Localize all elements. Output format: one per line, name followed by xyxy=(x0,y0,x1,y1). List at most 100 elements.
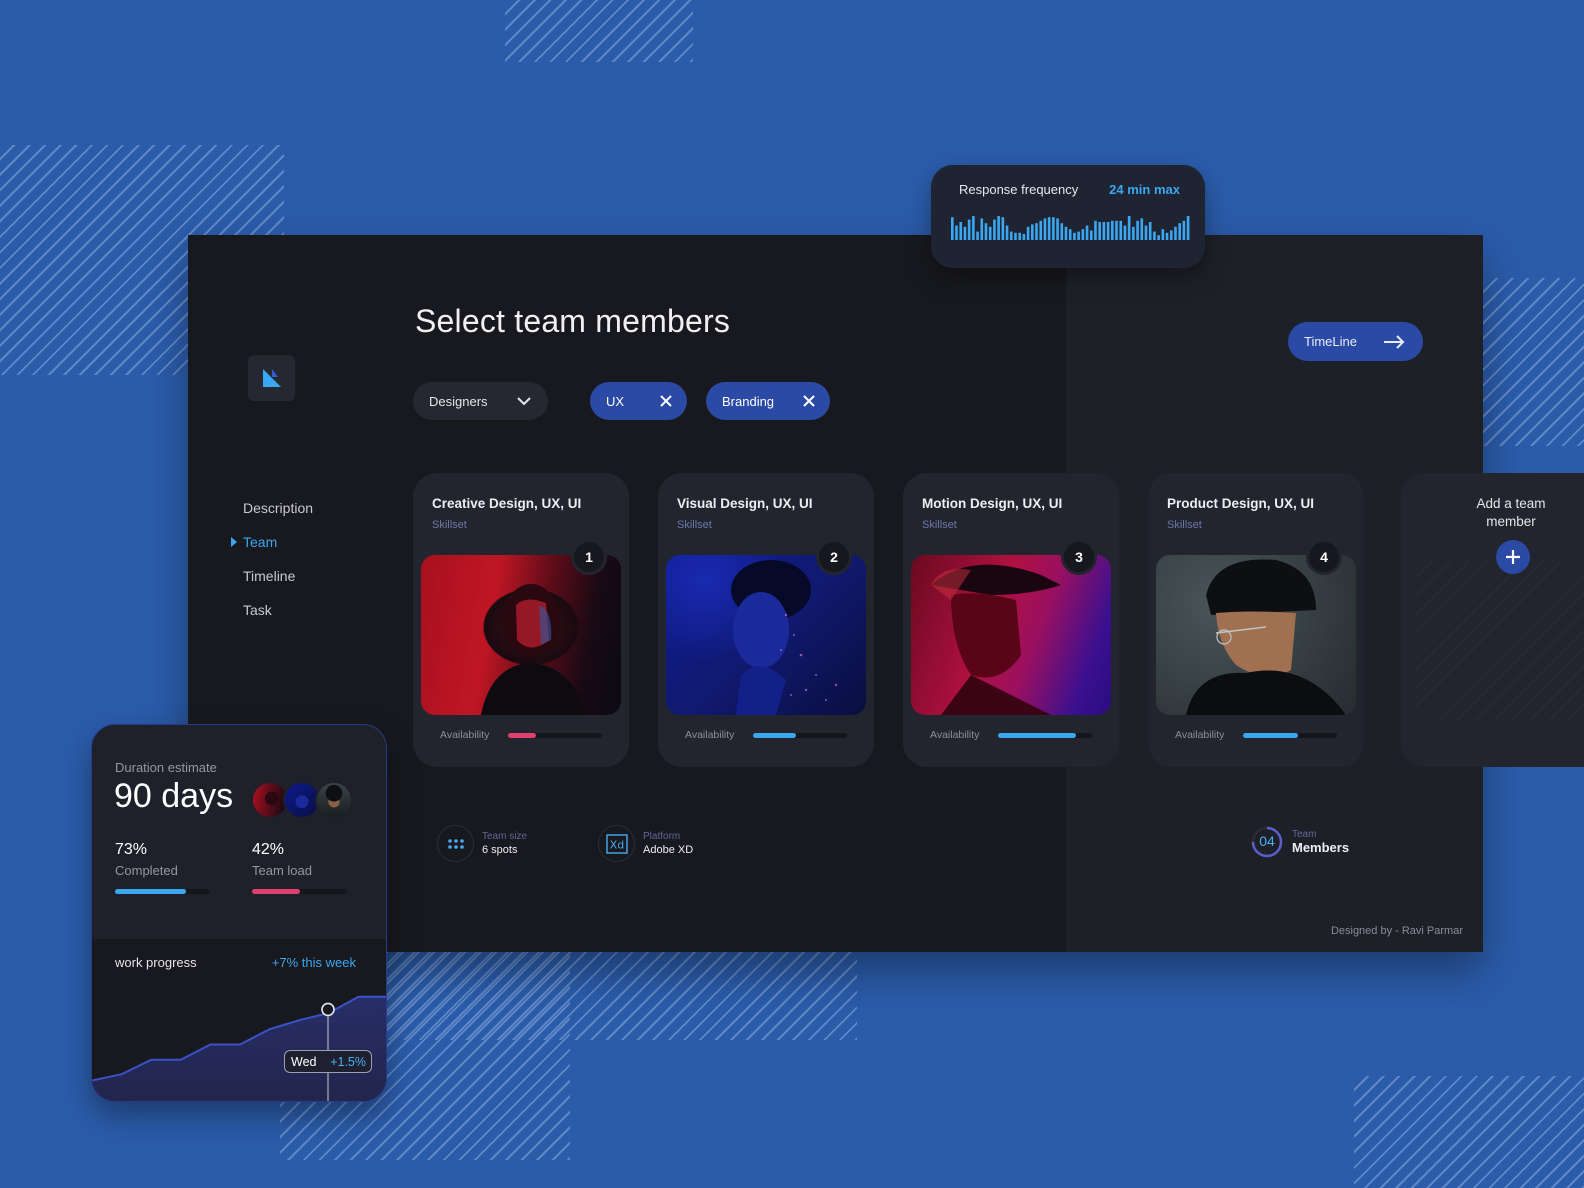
frequency-bar xyxy=(1043,218,1047,240)
add-member-button[interactable] xyxy=(1496,540,1530,574)
frequency-bar xyxy=(1186,216,1190,240)
members-info: 04 Team Members xyxy=(1250,825,1349,859)
frequency-bar xyxy=(963,226,967,240)
frequency-bar xyxy=(1111,220,1114,240)
card-subtitle: Skillset xyxy=(677,519,712,531)
sidebar-item-timeline[interactable]: Timeline xyxy=(231,566,313,600)
placeholder-stripes xyxy=(1415,561,1584,721)
availability-label: Availability xyxy=(440,729,490,741)
card-title: Creative Design, UX, UI xyxy=(432,496,582,511)
sidebar-item-task[interactable]: Task xyxy=(231,600,313,634)
availability-label: Availability xyxy=(1175,729,1225,741)
frequency-bar xyxy=(1115,220,1118,240)
completed-value: 73% xyxy=(115,841,148,858)
caret-right-icon xyxy=(231,537,237,547)
frequency-bar xyxy=(1047,217,1051,240)
availability-bar xyxy=(1243,733,1337,738)
timeline-button[interactable]: TimeLine xyxy=(1288,322,1423,361)
frequency-bar xyxy=(1148,222,1152,240)
availability-bar xyxy=(753,733,847,738)
frequency-bar xyxy=(1031,224,1034,240)
designers-dropdown[interactable]: Designers xyxy=(413,382,548,420)
member-card[interactable]: Creative Design, UX, UI Skillset 1 Avail… xyxy=(413,473,629,767)
filter-chip-branding[interactable]: Branding xyxy=(706,382,830,420)
member-card[interactable]: Visual Design, UX, UI Skillset 2 Availab… xyxy=(658,473,874,767)
team-load-value: 42% xyxy=(252,841,285,858)
progress-marker-dot[interactable] xyxy=(321,1002,335,1017)
sidebar-item-team[interactable]: Team xyxy=(231,532,313,566)
progress-tooltip: Wed +1.5% xyxy=(284,1050,372,1073)
member-card[interactable]: Product Design, UX, UI Skillset 4 Availa… xyxy=(1148,473,1364,767)
frequency-bar xyxy=(1060,223,1064,240)
xd-icon: Xd xyxy=(598,825,635,862)
frequency-bar xyxy=(1022,234,1026,240)
member-card[interactable]: Motion Design, UX, UI Skillset 3 Availab… xyxy=(903,473,1119,767)
frequency-bar xyxy=(1035,223,1038,240)
card-subtitle: Skillset xyxy=(1167,519,1202,531)
arrow-right-icon xyxy=(1384,334,1405,349)
completed-fill xyxy=(115,889,187,894)
sidebar-item-description[interactable]: Description xyxy=(231,498,313,532)
sidebar-item-label: Description xyxy=(243,500,314,516)
frequency-bar xyxy=(1089,230,1093,240)
frequency-bar xyxy=(984,223,988,240)
sidebar-item-label: Team xyxy=(243,534,278,550)
portrait-silhouette xyxy=(931,564,1061,715)
response-frequency-bars xyxy=(951,216,1190,240)
bg-hatch xyxy=(505,0,693,62)
availability-fill xyxy=(753,733,797,738)
plus-icon xyxy=(1506,550,1520,564)
frequency-bar xyxy=(1169,230,1173,240)
completed-bar xyxy=(115,889,210,894)
card-subtitle: Skillset xyxy=(922,519,957,531)
frequency-bar xyxy=(1081,229,1085,240)
filter-chip-ux[interactable]: UX xyxy=(590,382,687,420)
frequency-bar xyxy=(988,226,992,240)
triangle-logo-icon xyxy=(262,369,281,387)
frequency-bar xyxy=(972,216,975,240)
frequency-bar xyxy=(1182,220,1186,240)
frequency-bar xyxy=(1073,232,1076,240)
portrait-silhouette xyxy=(731,560,838,715)
frequency-bar xyxy=(1085,225,1089,240)
availability-fill xyxy=(508,733,537,738)
designer-credit: Designed by - Ravi Parmar xyxy=(1330,925,1463,937)
frequency-bar xyxy=(1127,216,1131,240)
platform-value: Adobe XD xyxy=(643,844,694,856)
add-team-member-card[interactable]: Add a team member xyxy=(1401,473,1584,767)
chip-label: Branding xyxy=(722,393,775,409)
close-icon[interactable] xyxy=(803,395,815,407)
frequency-bar xyxy=(1018,232,1021,240)
frequency-bar xyxy=(955,225,958,240)
close-icon[interactable] xyxy=(660,395,672,407)
chip-label: UX xyxy=(606,393,625,409)
bg-hatch xyxy=(1483,278,1584,446)
frequency-bar xyxy=(1136,220,1139,240)
work-progress-delta: +7% this week xyxy=(271,955,356,970)
card-title: Visual Design, UX, UI xyxy=(677,496,813,511)
frequency-bar xyxy=(1009,231,1013,240)
avatar-stack xyxy=(251,781,353,819)
chevron-down-icon xyxy=(517,397,531,406)
frequency-bar xyxy=(1064,226,1068,240)
member-photo xyxy=(1156,555,1356,715)
members-count: 04 xyxy=(1259,833,1275,849)
response-frequency-title: Response frequency xyxy=(959,182,1079,197)
team-size-info: Team size 6 spots xyxy=(437,825,527,862)
frequency-bar xyxy=(1094,220,1097,240)
frequency-bar xyxy=(1014,232,1017,240)
members-count-ring: 04 xyxy=(1250,825,1284,859)
frequency-bar xyxy=(1144,225,1148,240)
frequency-bar xyxy=(1039,220,1043,240)
availability-bar xyxy=(998,733,1092,738)
frequency-bar xyxy=(959,222,963,240)
frequency-bar xyxy=(1102,222,1106,240)
sidebar-item-label: Timeline xyxy=(243,568,296,584)
availability-bar xyxy=(508,733,602,738)
frequency-bar xyxy=(1174,226,1177,240)
duration-value: 90 days xyxy=(114,777,234,815)
logo[interactable] xyxy=(248,355,295,401)
platform-label: Platform xyxy=(643,831,681,842)
frequency-bar xyxy=(1132,226,1135,240)
frequency-bar xyxy=(1056,218,1059,240)
